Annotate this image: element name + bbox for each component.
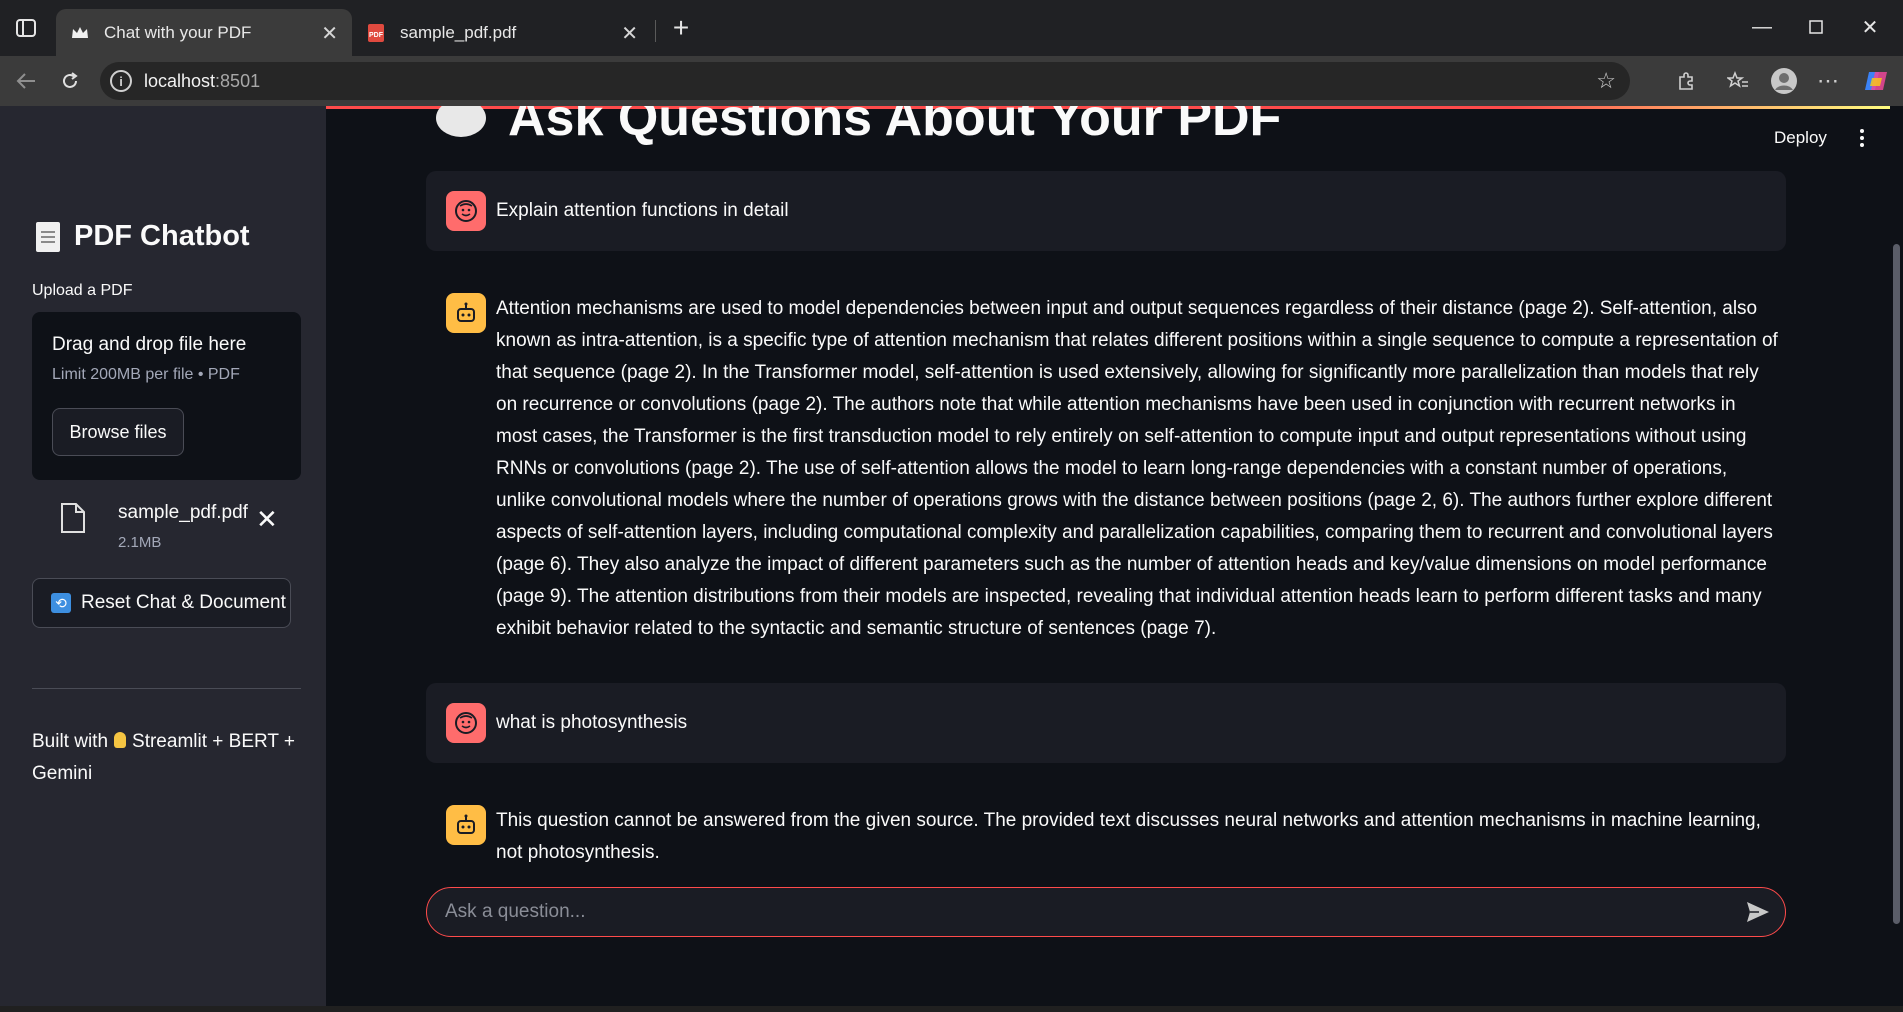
sidebar-title: PDF Chatbot	[36, 220, 250, 253]
message-text: Attention mechanisms are used to model d…	[496, 298, 1778, 639]
lightbulb-icon	[114, 732, 127, 748]
tab-separator	[655, 20, 656, 42]
svg-text:PDF: PDF	[369, 32, 384, 39]
browse-files-button[interactable]: Browse files	[52, 408, 184, 456]
built-with-caption: Built with Streamlit + BERT + Gemini	[32, 731, 296, 784]
tab-sample-pdf[interactable]: PDF sample_pdf.pdf ✕	[352, 9, 652, 56]
scrollbar-thumb[interactable]	[1893, 244, 1900, 924]
reload-icon[interactable]	[54, 65, 86, 97]
reset-chat-button[interactable]: ⟲ Reset Chat & Document	[32, 578, 291, 628]
tab-close-icon[interactable]: ✕	[621, 21, 638, 46]
main-content: Ask Questions About Your PDF Deploy Expl…	[326, 106, 1890, 1012]
file-dropzone[interactable]: Drag and drop file here Limit 200MB per …	[32, 312, 301, 480]
repeat-arrows-icon: ⟲	[51, 593, 71, 613]
speech-bubble-icon	[436, 106, 486, 137]
streamlit-crown-icon	[70, 23, 90, 43]
favorites-icon[interactable]	[1722, 65, 1754, 97]
page-document-icon	[36, 221, 60, 252]
file-size: 2.1MB	[118, 534, 162, 551]
tab-title: Chat with your PDF	[104, 22, 252, 42]
main-menu-icon[interactable]	[1852, 124, 1872, 152]
chat-input-field[interactable]	[445, 898, 1705, 926]
window-bottom-edge	[0, 1006, 1903, 1012]
bookmark-star-icon[interactable]: ☆	[1596, 68, 1616, 94]
deploy-button[interactable]: Deploy	[1774, 128, 1827, 148]
remove-file-icon[interactable]: ✕	[256, 504, 278, 535]
more-options-icon[interactable]: ⋯	[1812, 65, 1844, 97]
tab-close-icon[interactable]: ✕	[321, 21, 338, 46]
chat-message-assistant: This question cannot be answered from th…	[426, 793, 1786, 873]
maximize-icon[interactable]	[1796, 10, 1836, 44]
dropzone-title: Drag and drop file here	[52, 334, 247, 355]
tab-actions-icon[interactable]	[12, 16, 40, 40]
streamlit-app: PDF Chatbot Upload a PDF Drag and drop f…	[0, 106, 1903, 1012]
extensions-icon[interactable]	[1670, 65, 1702, 97]
dropzone-limit: Limit 200MB per file • PDF	[52, 366, 240, 383]
file-icon	[60, 502, 86, 539]
upload-label: Upload a PDF	[32, 282, 133, 299]
user-avatar-icon	[446, 191, 486, 231]
user-avatar-icon	[446, 703, 486, 743]
pdf-file-icon: PDF	[366, 23, 386, 43]
tab-chat-with-pdf[interactable]: Chat with your PDF ✕	[56, 9, 352, 56]
copilot-icon[interactable]	[1860, 65, 1892, 97]
tab-title: sample_pdf.pdf	[400, 22, 517, 42]
chat-input-box[interactable]	[426, 887, 1786, 937]
minimize-icon[interactable]: —	[1742, 10, 1782, 44]
file-name: sample_pdf.pdf	[118, 502, 248, 523]
sidebar-divider	[32, 688, 301, 689]
browser-toolbar: i localhost:8501 ☆ ⋯	[0, 56, 1903, 106]
url-text: localhost:8501	[144, 71, 261, 91]
robot-avatar-icon	[446, 805, 486, 845]
browser-tab-bar: Chat with your PDF ✕ PDF sample_pdf.pdf …	[0, 0, 1903, 56]
back-arrow-icon[interactable]	[10, 65, 42, 97]
sidebar: PDF Chatbot Upload a PDF Drag and drop f…	[0, 106, 326, 1006]
uploaded-file: sample_pdf.pdf 2.1MB ✕	[56, 494, 306, 554]
message-text: what is photosynthesis	[496, 712, 688, 733]
site-info-icon[interactable]: i	[110, 70, 132, 92]
new-tab-plus-icon[interactable]: +	[665, 12, 697, 44]
robot-avatar-icon	[446, 293, 486, 333]
page-scrollbar[interactable]	[1890, 106, 1903, 1012]
chat-message-user: what is photosynthesis	[426, 683, 1786, 763]
message-text: This question cannot be answered from th…	[496, 810, 1761, 863]
message-text: Explain attention functions in detail	[496, 200, 789, 221]
address-bar[interactable]: i localhost:8501 ☆	[100, 62, 1630, 100]
send-icon[interactable]	[1745, 900, 1771, 929]
window-close-icon[interactable]: ✕	[1850, 10, 1890, 44]
chat-message-assistant: Attention mechanisms are used to model d…	[426, 281, 1786, 639]
page-title: Ask Questions About Your PDF	[436, 106, 1281, 148]
chat-message-user: Explain attention functions in detail	[426, 171, 1786, 251]
profile-avatar-icon[interactable]	[1768, 65, 1800, 97]
